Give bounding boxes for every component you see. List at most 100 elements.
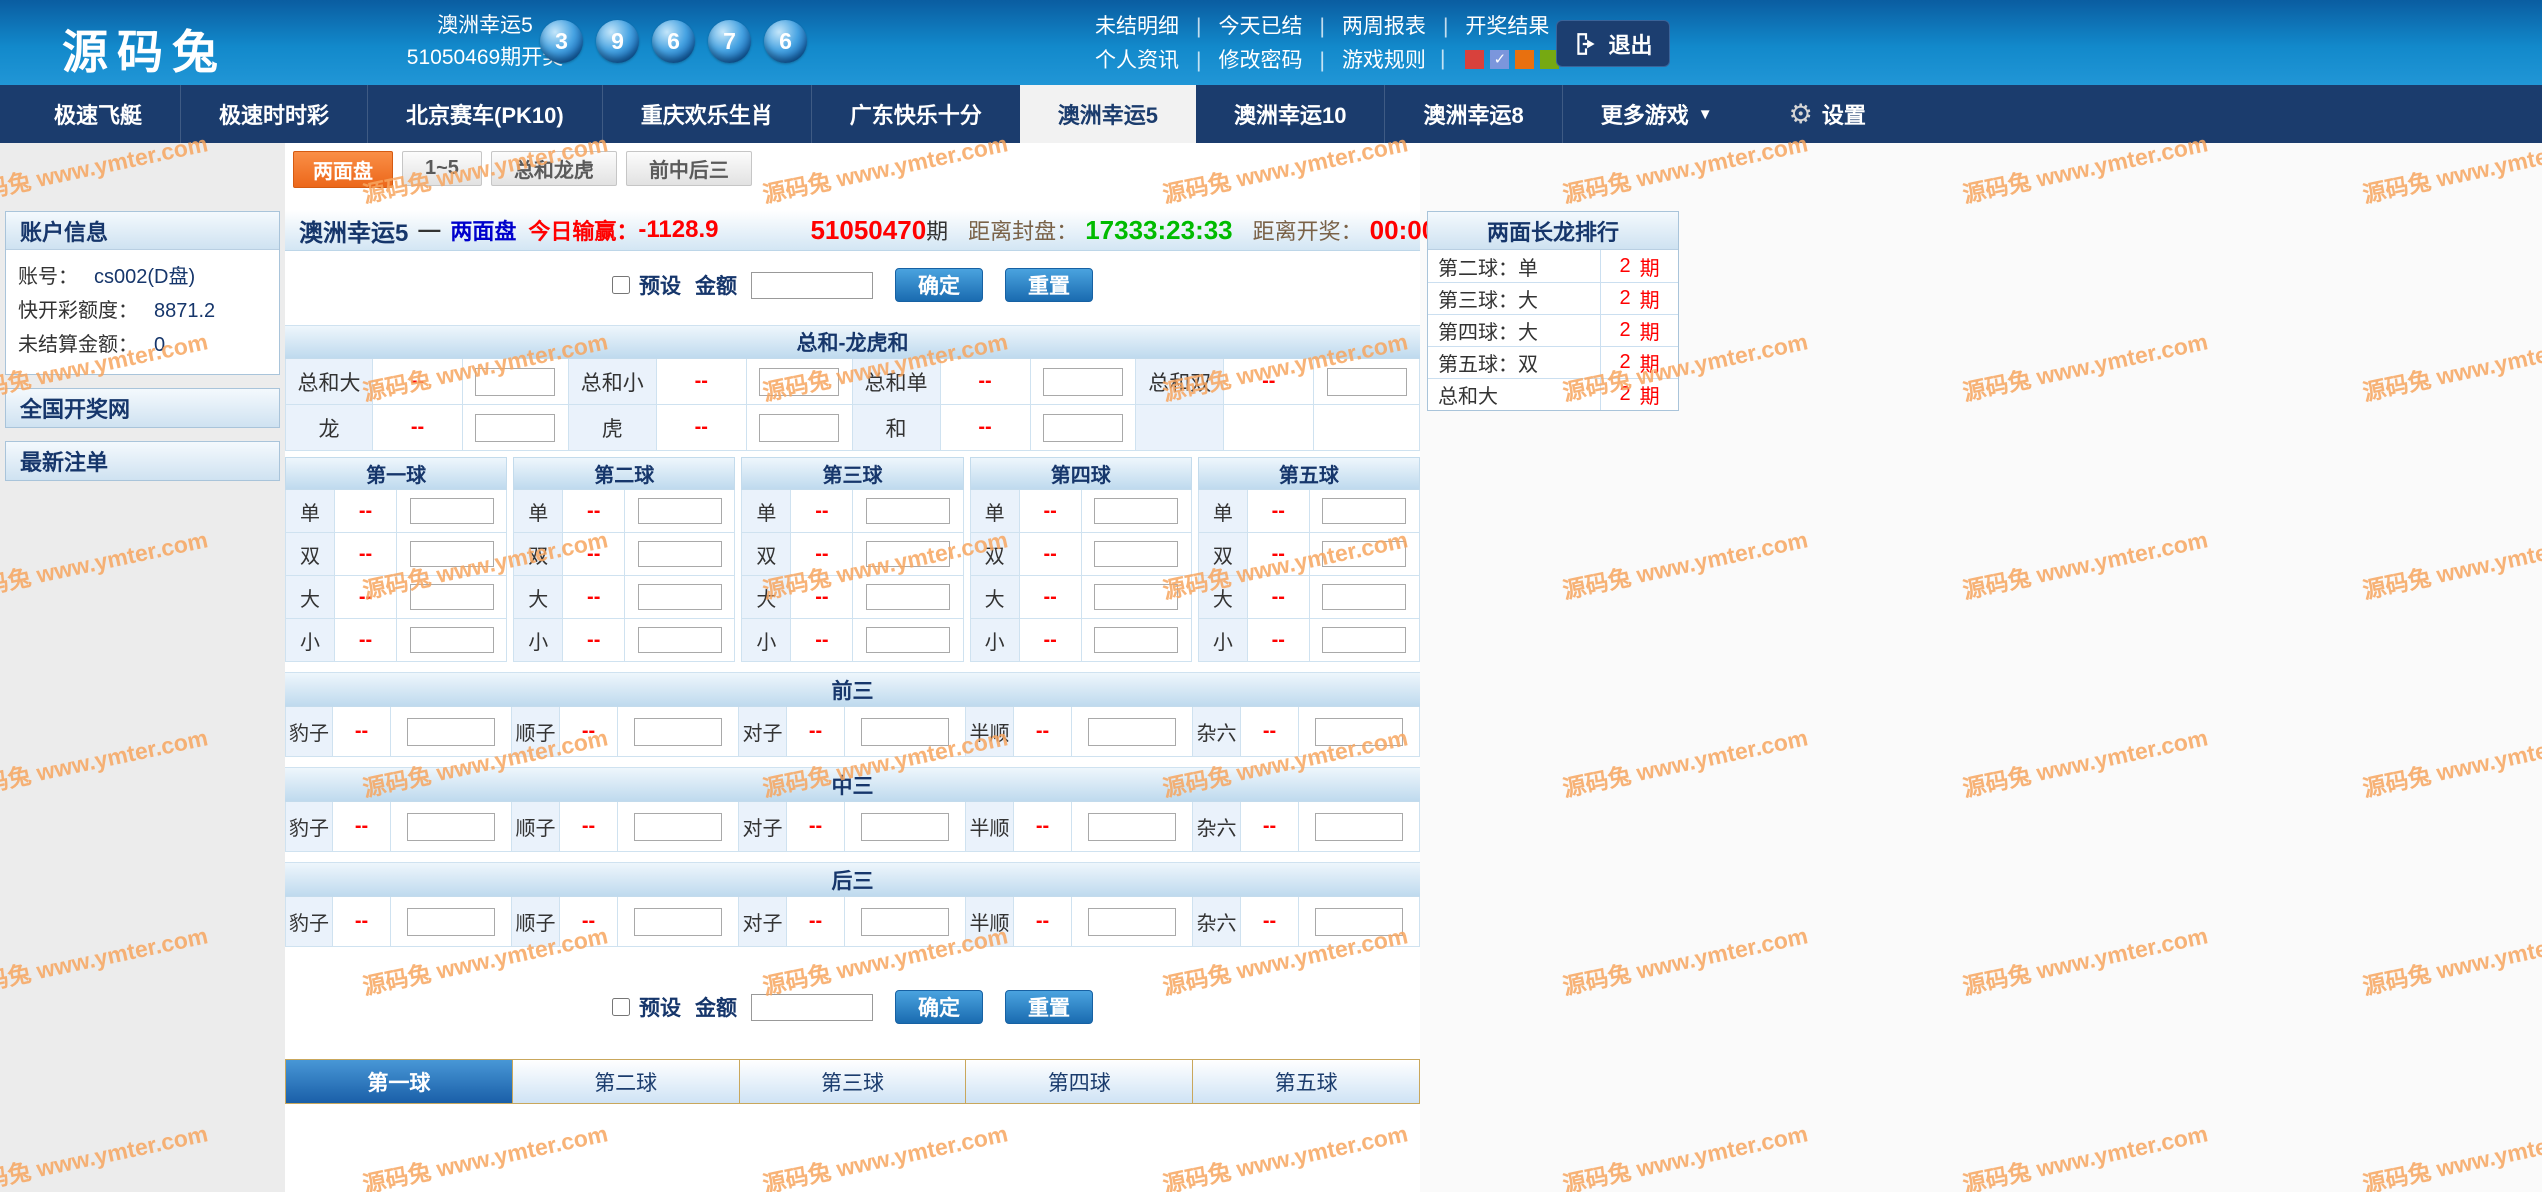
logout-button[interactable]: 退出 [1556, 20, 1670, 67]
bet-amount-input[interactable] [1088, 813, 1176, 841]
bet-amount-input[interactable] [1043, 414, 1123, 442]
nav-item-azxy8[interactable]: 澳洲幸运8 [1385, 85, 1562, 143]
bet-amount-input[interactable] [638, 584, 722, 610]
bet-amount-input[interactable] [638, 498, 722, 524]
reset-button[interactable]: 重置 [1005, 268, 1093, 302]
bet-amount-input[interactable] [410, 498, 494, 524]
info-profit-value: -1128.9 [638, 216, 718, 244]
ball-column: 第四球 单 -- 双 -- [970, 457, 1192, 662]
bet-amount-input[interactable] [407, 813, 495, 841]
bet-amount-input[interactable] [1088, 718, 1176, 746]
bet-amount-input[interactable] [410, 541, 494, 567]
bet-cell-group: 对子 -- [739, 802, 966, 852]
bet-amount-input[interactable] [1322, 498, 1406, 524]
bet-amount-input[interactable] [759, 414, 839, 442]
bet-cell-group-empty [1136, 405, 1420, 451]
nav-item-settings[interactable]: ⚙ 设置 [1751, 85, 1904, 143]
bet-amount-input[interactable] [861, 908, 949, 936]
logout-label: 退出 [1608, 28, 1652, 60]
bet-amount-input[interactable] [1094, 498, 1178, 524]
bet-row: 双 -- [285, 533, 507, 576]
bet-option-label: 总和双 [1136, 359, 1224, 405]
bet-amount-input[interactable] [1094, 627, 1178, 653]
bet-amount-input[interactable] [861, 718, 949, 746]
streak-row-count: 2 期 [1600, 250, 1678, 282]
confirm-button-bottom[interactable]: 确定 [895, 990, 983, 1024]
bet-amount-input[interactable] [634, 813, 722, 841]
bet-amount-input[interactable] [638, 541, 722, 567]
preset-amount-input-bottom[interactable] [751, 994, 873, 1021]
bet-amount-input[interactable] [410, 627, 494, 653]
tab-ball-1[interactable]: 第一球 [286, 1060, 512, 1103]
preset-checkbox[interactable] [612, 276, 630, 294]
sidebar-item-national-draws[interactable]: 全国开奖网 [6, 389, 279, 427]
bet-amount-input[interactable] [866, 627, 950, 653]
bet-input-cell [391, 802, 512, 852]
tab-ball-3[interactable]: 第三球 [739, 1060, 966, 1103]
status-square-toggle[interactable]: ✓ [1490, 50, 1509, 69]
bet-amount-input[interactable] [1322, 541, 1406, 567]
bet-amount-input[interactable] [475, 414, 555, 442]
streak-count-number: 2 [1619, 255, 1630, 278]
nav-item-jisu-shishicai[interactable]: 极速时时彩 [181, 85, 368, 143]
tab-ball-4[interactable]: 第四球 [965, 1060, 1192, 1103]
ball-column-rows: 单 -- 双 -- [513, 490, 735, 662]
bet-amount-input[interactable] [634, 718, 722, 746]
bet-input-cell [397, 490, 507, 533]
bet-amount-input[interactable] [1094, 584, 1178, 610]
top-link[interactable]: 个人资讯 [1095, 44, 1179, 74]
sidebar-item-latest-bets[interactable]: 最新注单 [6, 442, 279, 480]
preset-amount-input[interactable] [751, 272, 873, 299]
top-link[interactable]: 两周报表 [1302, 10, 1425, 40]
bet-amount-input[interactable] [407, 908, 495, 936]
pattern-row: 豹子 -- 顺子 -- [285, 897, 1420, 947]
site-logo: 源码兔 [62, 16, 227, 82]
nav-item-jisu-feiting[interactable]: 极速飞艇 [16, 85, 181, 143]
bet-amount-input[interactable] [866, 584, 950, 610]
status-square-toggle[interactable] [1465, 50, 1484, 69]
nav-item-azxy5[interactable]: 澳洲幸运5 [1020, 85, 1196, 143]
tab-1-to-5[interactable]: 1~5 [402, 151, 482, 186]
tab-sum-dragon-tiger[interactable]: 总和龙虎 [491, 151, 617, 186]
bet-amount-input[interactable] [866, 498, 950, 524]
bet-amount-input[interactable] [638, 627, 722, 653]
bet-amount-input[interactable] [861, 813, 949, 841]
bet-amount-input[interactable] [407, 718, 495, 746]
tab-ball-5[interactable]: 第五球 [1192, 1060, 1419, 1103]
top-link[interactable]: 今天已结 [1179, 10, 1302, 40]
account-row-label: 账号： [18, 260, 78, 294]
bet-amount-input[interactable] [1322, 627, 1406, 653]
bet-amount-input[interactable] [1315, 813, 1403, 841]
tab-two-sides[interactable]: 两面盘 [293, 151, 393, 188]
bet-amount-input[interactable] [1088, 908, 1176, 936]
tab-front-mid-back[interactable]: 前中后三 [626, 151, 752, 186]
bet-amount-input[interactable] [866, 541, 950, 567]
bet-amount-input[interactable] [1327, 368, 1407, 396]
bet-cell-group: 半顺 -- [966, 897, 1193, 947]
reset-button-bottom[interactable]: 重置 [1005, 990, 1093, 1024]
nav-item-azxy10[interactable]: 澳洲幸运10 [1196, 85, 1385, 143]
bet-input-cell [391, 897, 512, 947]
top-link[interactable]: 修改密码 [1179, 44, 1302, 74]
top-link[interactable]: 游戏规则 [1302, 44, 1425, 74]
nav-item-cq-huanle-shengxiao[interactable]: 重庆欢乐生肖 [603, 85, 812, 143]
bet-amount-input[interactable] [410, 584, 494, 610]
top-link[interactable]: 开奖结果 [1426, 10, 1549, 40]
nav-item-beijing-pk10[interactable]: 北京赛车(PK10) [368, 85, 603, 143]
bet-amount-input[interactable] [1043, 368, 1123, 396]
nav-item-gd-kuaile-shifen[interactable]: 广东快乐十分 [812, 85, 1020, 143]
bet-amount-input[interactable] [634, 908, 722, 936]
bet-amount-input[interactable] [759, 368, 839, 396]
bet-amount-input[interactable] [1315, 718, 1403, 746]
bet-amount-input[interactable] [475, 368, 555, 396]
bet-amount-input[interactable] [1315, 908, 1403, 936]
bet-odds: -- [1020, 576, 1082, 619]
tab-ball-2[interactable]: 第二球 [512, 1060, 739, 1103]
bet-amount-input[interactable] [1094, 541, 1178, 567]
confirm-button[interactable]: 确定 [895, 268, 983, 302]
preset-checkbox-bottom[interactable] [612, 998, 630, 1016]
top-link[interactable]: 未结明细 [1095, 10, 1179, 40]
status-square-toggle[interactable] [1515, 50, 1534, 69]
bet-amount-input[interactable] [1322, 584, 1406, 610]
nav-item-more-games[interactable]: 更多游戏 ▼ [1563, 85, 1751, 143]
